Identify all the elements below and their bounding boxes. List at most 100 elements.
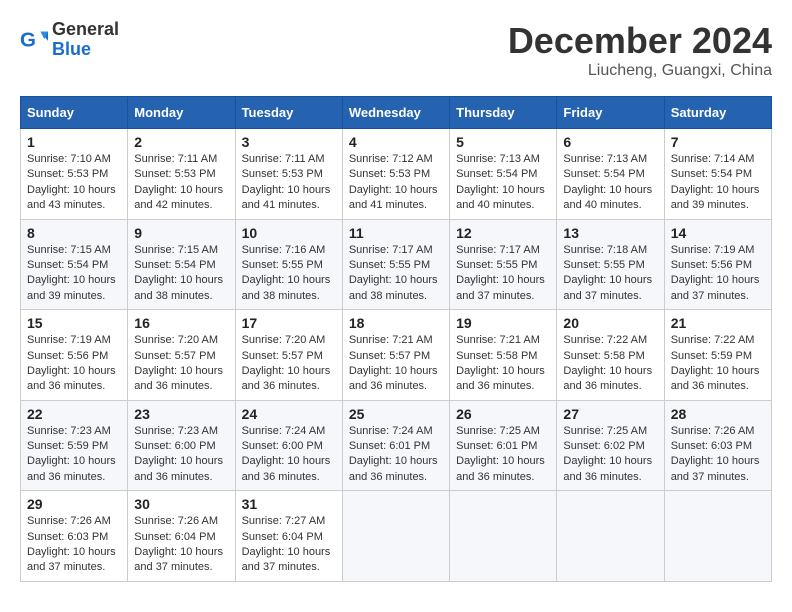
- calendar-cell: 21 Sunrise: 7:22 AMSunset: 5:59 PMDaylig…: [664, 310, 771, 401]
- calendar-cell: 13 Sunrise: 7:18 AMSunset: 5:55 PMDaylig…: [557, 219, 664, 310]
- calendar-cell: 11 Sunrise: 7:17 AMSunset: 5:55 PMDaylig…: [342, 219, 449, 310]
- day-info: Sunrise: 7:18 AMSunset: 5:55 PMDaylight:…: [563, 243, 657, 305]
- day-number: 2: [134, 134, 228, 150]
- day-info: Sunrise: 7:20 AMSunset: 5:57 PMDaylight:…: [242, 333, 336, 395]
- day-number: 5: [456, 134, 550, 150]
- day-info: Sunrise: 7:21 AMSunset: 5:58 PMDaylight:…: [456, 333, 550, 395]
- day-info: Sunrise: 7:19 AMSunset: 5:56 PMDaylight:…: [27, 333, 121, 395]
- calendar-cell: [342, 491, 449, 582]
- header: G General Blue December 2024 Liucheng, G…: [20, 20, 772, 80]
- day-info: Sunrise: 7:26 AMSunset: 6:03 PMDaylight:…: [27, 514, 121, 576]
- day-number: 11: [349, 225, 443, 241]
- calendar-week-row: 22 Sunrise: 7:23 AMSunset: 5:59 PMDaylig…: [21, 400, 772, 491]
- day-number: 19: [456, 315, 550, 331]
- calendar-cell: 30 Sunrise: 7:26 AMSunset: 6:04 PMDaylig…: [128, 491, 235, 582]
- day-number: 15: [27, 315, 121, 331]
- calendar-cell: 8 Sunrise: 7:15 AMSunset: 5:54 PMDayligh…: [21, 219, 128, 310]
- day-number: 12: [456, 225, 550, 241]
- calendar-cell: [450, 491, 557, 582]
- day-number: 18: [349, 315, 443, 331]
- day-info: Sunrise: 7:25 AMSunset: 6:01 PMDaylight:…: [456, 424, 550, 486]
- day-number: 27: [563, 406, 657, 422]
- day-info: Sunrise: 7:26 AMSunset: 6:03 PMDaylight:…: [671, 424, 765, 486]
- day-number: 8: [27, 225, 121, 241]
- day-info: Sunrise: 7:13 AMSunset: 5:54 PMDaylight:…: [456, 152, 550, 214]
- header-wednesday: Wednesday: [342, 97, 449, 129]
- calendar-cell: 4 Sunrise: 7:12 AMSunset: 5:53 PMDayligh…: [342, 129, 449, 220]
- day-info: Sunrise: 7:12 AMSunset: 5:53 PMDaylight:…: [349, 152, 443, 214]
- day-number: 22: [27, 406, 121, 422]
- calendar-cell: 19 Sunrise: 7:21 AMSunset: 5:58 PMDaylig…: [450, 310, 557, 401]
- weekday-header-row: Sunday Monday Tuesday Wednesday Thursday…: [21, 97, 772, 129]
- day-info: Sunrise: 7:10 AMSunset: 5:53 PMDaylight:…: [27, 152, 121, 214]
- header-friday: Friday: [557, 97, 664, 129]
- day-info: Sunrise: 7:15 AMSunset: 5:54 PMDaylight:…: [134, 243, 228, 305]
- day-number: 29: [27, 496, 121, 512]
- calendar-cell: 31 Sunrise: 7:27 AMSunset: 6:04 PMDaylig…: [235, 491, 342, 582]
- calendar-cell: 27 Sunrise: 7:25 AMSunset: 6:02 PMDaylig…: [557, 400, 664, 491]
- calendar-cell: [664, 491, 771, 582]
- calendar-cell: 14 Sunrise: 7:19 AMSunset: 5:56 PMDaylig…: [664, 219, 771, 310]
- logo-blue: Blue: [52, 40, 119, 60]
- calendar-cell: 16 Sunrise: 7:20 AMSunset: 5:57 PMDaylig…: [128, 310, 235, 401]
- day-number: 28: [671, 406, 765, 422]
- day-number: 6: [563, 134, 657, 150]
- day-info: Sunrise: 7:22 AMSunset: 5:59 PMDaylight:…: [671, 333, 765, 395]
- day-info: Sunrise: 7:21 AMSunset: 5:57 PMDaylight:…: [349, 333, 443, 395]
- day-number: 21: [671, 315, 765, 331]
- header-thursday: Thursday: [450, 97, 557, 129]
- calendar-cell: 26 Sunrise: 7:25 AMSunset: 6:01 PMDaylig…: [450, 400, 557, 491]
- day-info: Sunrise: 7:27 AMSunset: 6:04 PMDaylight:…: [242, 514, 336, 576]
- day-info: Sunrise: 7:22 AMSunset: 5:58 PMDaylight:…: [563, 333, 657, 395]
- day-number: 17: [242, 315, 336, 331]
- calendar-cell: 15 Sunrise: 7:19 AMSunset: 5:56 PMDaylig…: [21, 310, 128, 401]
- day-number: 16: [134, 315, 228, 331]
- calendar-cell: 10 Sunrise: 7:16 AMSunset: 5:55 PMDaylig…: [235, 219, 342, 310]
- day-number: 3: [242, 134, 336, 150]
- calendar-cell: 2 Sunrise: 7:11 AMSunset: 5:53 PMDayligh…: [128, 129, 235, 220]
- header-monday: Monday: [128, 97, 235, 129]
- title-area: December 2024 Liucheng, Guangxi, China: [508, 20, 772, 80]
- day-info: Sunrise: 7:14 AMSunset: 5:54 PMDaylight:…: [671, 152, 765, 214]
- day-info: Sunrise: 7:13 AMSunset: 5:54 PMDaylight:…: [563, 152, 657, 214]
- calendar-cell: 22 Sunrise: 7:23 AMSunset: 5:59 PMDaylig…: [21, 400, 128, 491]
- day-info: Sunrise: 7:23 AMSunset: 6:00 PMDaylight:…: [134, 424, 228, 486]
- day-info: Sunrise: 7:17 AMSunset: 5:55 PMDaylight:…: [456, 243, 550, 305]
- calendar-week-row: 8 Sunrise: 7:15 AMSunset: 5:54 PMDayligh…: [21, 219, 772, 310]
- day-info: Sunrise: 7:17 AMSunset: 5:55 PMDaylight:…: [349, 243, 443, 305]
- calendar-cell: 9 Sunrise: 7:15 AMSunset: 5:54 PMDayligh…: [128, 219, 235, 310]
- day-info: Sunrise: 7:24 AMSunset: 6:01 PMDaylight:…: [349, 424, 443, 486]
- calendar-cell: 24 Sunrise: 7:24 AMSunset: 6:00 PMDaylig…: [235, 400, 342, 491]
- calendar-week-row: 1 Sunrise: 7:10 AMSunset: 5:53 PMDayligh…: [21, 129, 772, 220]
- day-number: 30: [134, 496, 228, 512]
- calendar-week-row: 15 Sunrise: 7:19 AMSunset: 5:56 PMDaylig…: [21, 310, 772, 401]
- day-info: Sunrise: 7:26 AMSunset: 6:04 PMDaylight:…: [134, 514, 228, 576]
- calendar-week-row: 29 Sunrise: 7:26 AMSunset: 6:03 PMDaylig…: [21, 491, 772, 582]
- day-info: Sunrise: 7:16 AMSunset: 5:55 PMDaylight:…: [242, 243, 336, 305]
- day-info: Sunrise: 7:15 AMSunset: 5:54 PMDaylight:…: [27, 243, 121, 305]
- logo-icon: G: [20, 26, 48, 54]
- day-number: 9: [134, 225, 228, 241]
- day-number: 23: [134, 406, 228, 422]
- header-sunday: Sunday: [21, 97, 128, 129]
- day-info: Sunrise: 7:19 AMSunset: 5:56 PMDaylight:…: [671, 243, 765, 305]
- calendar-cell: 18 Sunrise: 7:21 AMSunset: 5:57 PMDaylig…: [342, 310, 449, 401]
- day-info: Sunrise: 7:23 AMSunset: 5:59 PMDaylight:…: [27, 424, 121, 486]
- day-info: Sunrise: 7:11 AMSunset: 5:53 PMDaylight:…: [242, 152, 336, 214]
- day-info: Sunrise: 7:25 AMSunset: 6:02 PMDaylight:…: [563, 424, 657, 486]
- day-number: 14: [671, 225, 765, 241]
- day-info: Sunrise: 7:20 AMSunset: 5:57 PMDaylight:…: [134, 333, 228, 395]
- header-saturday: Saturday: [664, 97, 771, 129]
- logo: G General Blue: [20, 20, 119, 60]
- calendar-cell: 20 Sunrise: 7:22 AMSunset: 5:58 PMDaylig…: [557, 310, 664, 401]
- calendar-cell: [557, 491, 664, 582]
- calendar-cell: 17 Sunrise: 7:20 AMSunset: 5:57 PMDaylig…: [235, 310, 342, 401]
- calendar-cell: 28 Sunrise: 7:26 AMSunset: 6:03 PMDaylig…: [664, 400, 771, 491]
- svg-text:G: G: [20, 28, 36, 51]
- calendar-cell: 25 Sunrise: 7:24 AMSunset: 6:01 PMDaylig…: [342, 400, 449, 491]
- calendar-table: Sunday Monday Tuesday Wednesday Thursday…: [20, 96, 772, 582]
- month-title: December 2024: [508, 20, 772, 62]
- calendar-cell: 5 Sunrise: 7:13 AMSunset: 5:54 PMDayligh…: [450, 129, 557, 220]
- calendar-cell: 1 Sunrise: 7:10 AMSunset: 5:53 PMDayligh…: [21, 129, 128, 220]
- day-number: 24: [242, 406, 336, 422]
